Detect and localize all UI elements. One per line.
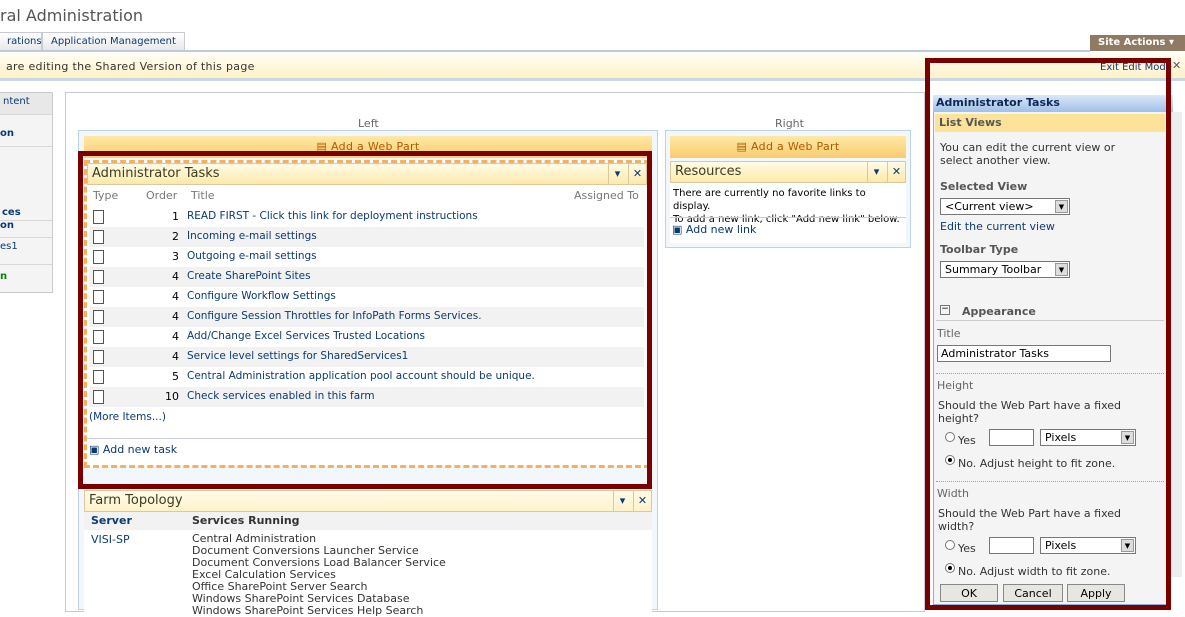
site-actions-menu[interactable]: Site Actions ▾	[1090, 35, 1185, 51]
nav-heading[interactable]: on	[0, 220, 52, 238]
highlight-box-toolpane	[925, 58, 1171, 610]
webpart-menu-icon[interactable]: ▾	[867, 162, 885, 182]
site-title: ral Administration	[0, 6, 143, 25]
divider	[670, 217, 906, 218]
services-list: Central Administration Document Conversio…	[192, 533, 446, 617]
nav-item[interactable]: ntent	[0, 93, 52, 115]
zone-label-left: Left	[358, 117, 379, 130]
left-navigation: ntent on ces on es1 n	[0, 92, 53, 293]
close-icon[interactable]: ✕	[1172, 59, 1181, 72]
service-item: Windows SharePoint Services Help Search	[192, 604, 424, 617]
farm-header-row	[84, 512, 652, 530]
col-services: Services Running	[192, 514, 300, 527]
close-icon[interactable]: ✕	[633, 491, 651, 511]
farm-topology-title: Farm Topology	[89, 493, 183, 508]
resources-message: There are currently no favorite links to…	[673, 188, 866, 212]
resources-title: Resources	[675, 164, 742, 179]
resources-header[interactable]: Resources ▾ ✕	[670, 161, 906, 183]
highlight-box-webpart	[78, 151, 652, 489]
tab-operations[interactable]: rations	[0, 32, 42, 50]
add-new-link[interactable]: ▣ Add new link	[672, 223, 756, 236]
nav-item[interactable]: es1	[0, 241, 52, 265]
nav-heading[interactable]: ces	[0, 207, 52, 221]
add-web-part-icon: ▤	[736, 140, 752, 153]
add-web-part-right[interactable]: ▤ Add a Web Part	[670, 136, 906, 158]
webpart-menu-icon[interactable]: ▾	[613, 491, 631, 511]
nav-heading[interactable]: on	[0, 115, 52, 147]
nav-item[interactable]: n	[0, 271, 52, 289]
zone-label-right: Right	[775, 117, 804, 130]
add-icon: ▣	[672, 223, 686, 236]
col-server: Server	[91, 514, 132, 527]
server-name[interactable]: VISI-SP	[91, 533, 130, 546]
tab-divider	[0, 50, 1090, 52]
farm-topology-header[interactable]: Farm Topology ▾ ✕	[84, 490, 652, 512]
edit-message: are editing the Shared Version of this p…	[6, 60, 255, 73]
close-icon[interactable]: ✕	[887, 162, 905, 182]
webpart-title: Administrator Tasks	[92, 166, 220, 181]
tab-application-management[interactable]: Application Management	[42, 32, 185, 50]
